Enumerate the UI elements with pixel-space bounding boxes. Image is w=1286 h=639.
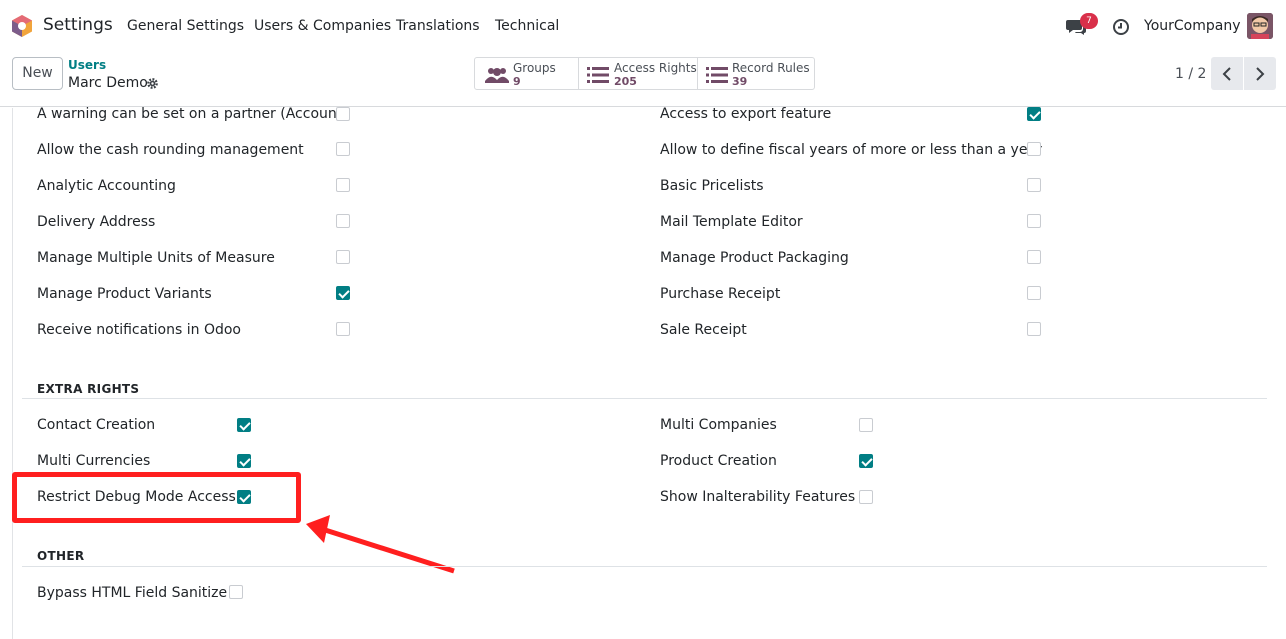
users-group-icon [485,68,509,83]
annotation-arrow-icon [306,515,455,574]
company-switcher[interactable]: YourCompany [1144,18,1241,34]
top-navbar: Settings General Settings Users & Compan… [0,0,1286,52]
chevron-right-icon [1256,67,1265,81]
menu-translations[interactable]: Translations [396,18,480,34]
smart-button-count: 9 [513,75,521,88]
checkbox-partner-warning[interactable] [336,107,350,121]
field-label: A warning can be set on a partner (Accou… [37,106,348,122]
pager-previous-button[interactable] [1211,57,1243,90]
checkbox-sale-receipt[interactable] [1027,322,1041,336]
field-label: Product Creation [660,453,777,469]
checkbox-delivery-address[interactable] [336,214,350,228]
field-label: Manage Multiple Units of Measure [37,250,275,266]
form-sheet: A warning can be set on a partner (Accou… [0,106,1286,639]
menu-users-companies[interactable]: Users & Companies [254,18,391,34]
field-label: Delivery Address [37,214,156,230]
avatar-image-icon [1247,13,1273,39]
record-name: Marc Demo [68,75,148,91]
section-title-extra-rights: EXTRA RIGHTS [37,382,140,396]
sheet-border [12,108,13,639]
section-divider [22,398,1267,399]
field-label: Manage Product Variants [37,286,212,302]
odoo-app-icon[interactable] [11,14,33,38]
section-title-other: OTHER [37,549,85,563]
checkbox-fiscal-years[interactable] [1027,142,1041,156]
smart-button-label: Groups [513,61,556,75]
field-label: Manage Product Packaging [660,250,849,266]
control-panel: New Users Marc Demo Groups 9 Access Righ… [0,52,1286,107]
smart-button-access-rights[interactable]: Access Rights 205 [578,57,698,90]
clock-icon[interactable] [1112,18,1130,36]
pager-value[interactable]: 1 / 2 [1175,66,1206,82]
smart-button-count: 205 [614,75,637,88]
field-label: Analytic Accounting [37,178,176,194]
checkbox-product-variants[interactable] [336,286,350,300]
smart-button-record-rules[interactable]: Record Rules 39 [697,57,815,90]
checkbox-odoo-notifications[interactable] [336,322,350,336]
user-avatar[interactable] [1247,13,1273,39]
new-button[interactable]: New [12,57,63,90]
field-label: Access to export feature [660,106,832,122]
section-divider [22,566,1267,567]
field-label: Purchase Receipt [660,286,781,302]
notification-badge: 7 [1080,13,1098,29]
checkbox-product-creation[interactable] [859,454,873,468]
field-label: Multi Companies [660,417,777,433]
checkbox-analytic-accounting[interactable] [336,178,350,192]
gear-icon[interactable] [146,77,159,90]
app-title[interactable]: Settings [43,15,113,35]
pager-next-button[interactable] [1244,57,1276,90]
chevron-left-icon [1222,67,1231,81]
menu-general-settings[interactable]: General Settings [127,18,244,34]
checkbox-multi-currencies[interactable] [237,454,251,468]
breadcrumb-users-link[interactable]: Users [68,58,106,72]
annotation-highlight-box [12,472,301,523]
field-label: Bypass HTML Field Sanitize [37,585,228,601]
checkbox-basic-pricelists[interactable] [1027,178,1041,192]
checkbox-mail-template-editor[interactable] [1027,214,1041,228]
field-label: Receive notifications in Odoo [37,322,241,338]
field-label: Sale Receipt [660,322,747,338]
checkbox-contact-creation[interactable] [237,418,251,432]
list-icon [587,67,609,83]
checkbox-bypass-html-sanitize[interactable] [229,585,243,599]
field-label: Basic Pricelists [660,178,764,194]
field-label: Mail Template Editor [660,214,803,230]
field-label: Allow to define fiscal years of more or … [660,142,1042,158]
field-label: Allow the cash rounding management [37,142,304,158]
checkbox-multi-companies[interactable] [859,418,873,432]
field-label: Show Inalterability Features [660,489,856,505]
checkbox-purchase-receipt[interactable] [1027,286,1041,300]
smart-button-groups[interactable]: Groups 9 [474,57,579,90]
checkbox-inalterability-features[interactable] [859,490,873,504]
field-label: Contact Creation [37,417,156,433]
list-icon [706,67,728,83]
smart-button-label: Access Rights [614,61,697,75]
field-label: Multi Currencies [37,453,151,469]
menu-technical[interactable]: Technical [495,18,559,34]
checkbox-units-of-measure[interactable] [336,250,350,264]
checkbox-cash-rounding[interactable] [336,142,350,156]
checkbox-export-feature[interactable] [1027,107,1041,121]
smart-button-count: 39 [732,75,748,88]
smart-button-label: Record Rules [732,61,810,75]
checkbox-product-packaging[interactable] [1027,250,1041,264]
